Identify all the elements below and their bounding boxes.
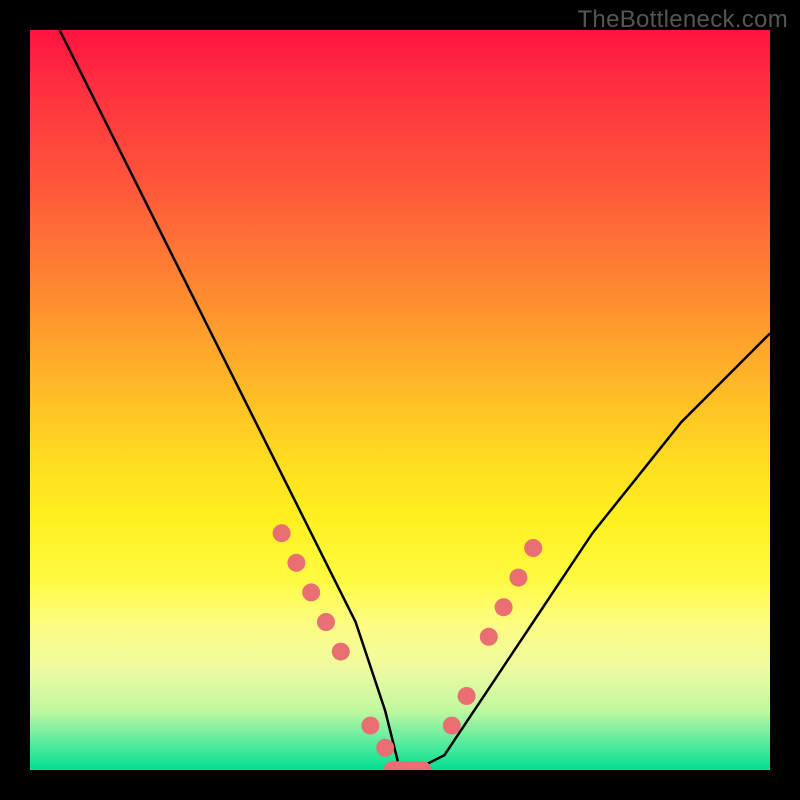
marker-dot (317, 613, 335, 631)
data-markers (273, 524, 543, 770)
marker-dot (509, 569, 527, 587)
bottleneck-curve (60, 30, 770, 770)
marker-dot (443, 717, 461, 735)
marker-dot (458, 687, 476, 705)
marker-dot (302, 583, 320, 601)
marker-dot (332, 643, 350, 661)
chart-svg (30, 30, 770, 770)
chart-plot-area (30, 30, 770, 770)
marker-dot (361, 717, 379, 735)
marker-dot (480, 628, 498, 646)
marker-dot (524, 539, 542, 557)
marker-dot (273, 524, 291, 542)
marker-dot (376, 739, 394, 757)
marker-dot (495, 598, 513, 616)
marker-dot (287, 554, 305, 572)
